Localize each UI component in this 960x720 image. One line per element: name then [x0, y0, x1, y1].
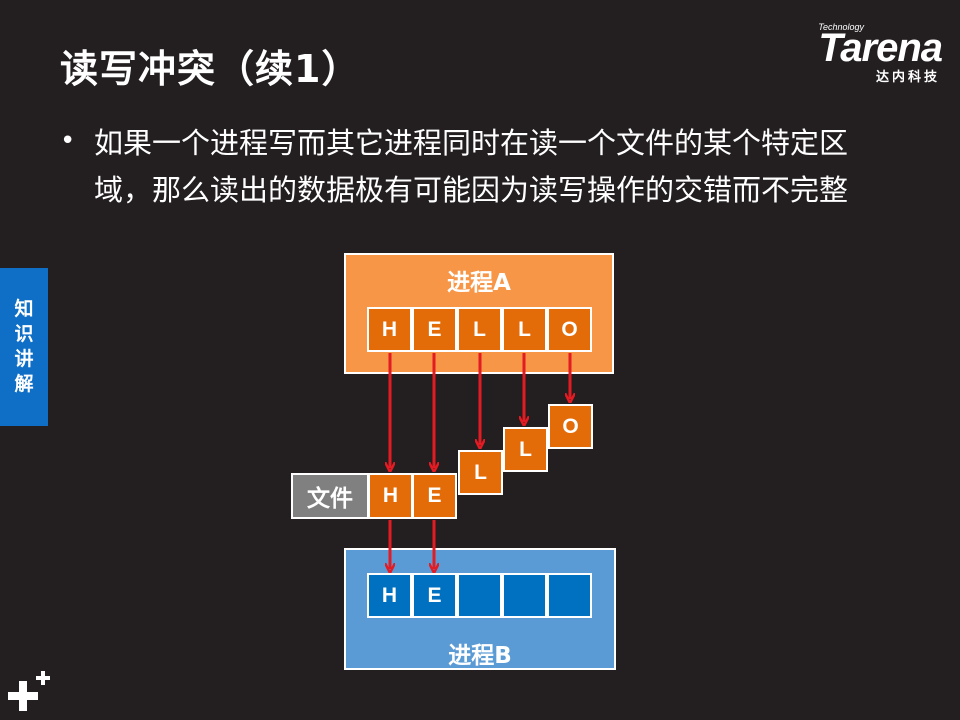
process-b-cell: [547, 573, 592, 618]
process-b-cell: E: [412, 573, 457, 618]
in-flight-cell: L: [458, 450, 503, 495]
bullet-text: 如果一个进程写而其它进程同时在读一个文件的某个特定区域，那么读出的数据极有可能因…: [94, 126, 849, 207]
plus-logo-icon: [8, 671, 50, 711]
side-tab-char: 讲: [14, 348, 34, 370]
process-b-label: 进程B: [448, 643, 512, 669]
process-a-cell: L: [502, 307, 547, 352]
file-cell: E: [412, 473, 457, 519]
process-b-cell: [457, 573, 502, 618]
process-a-cell: E: [412, 307, 457, 352]
side-tab-char: 解: [14, 373, 34, 395]
side-tab-char: 知: [14, 298, 34, 320]
process-a-cell: O: [547, 307, 592, 352]
logo-cn: 达内科技: [875, 70, 940, 85]
process-a-label: 进程A: [447, 270, 511, 296]
side-tab-char: 识: [14, 323, 34, 345]
process-a-cell: H: [367, 307, 412, 352]
in-flight-cell: O: [548, 404, 593, 449]
side-tab: 知 识 讲 解: [0, 268, 48, 426]
process-b-cell: H: [367, 573, 412, 618]
tarena-logo: Technology Tarena 达内科技: [772, 22, 943, 85]
file-label: 文件: [291, 473, 369, 519]
logo-word: Tarena: [818, 26, 943, 70]
in-flight-cell: L: [503, 427, 548, 472]
process-b-cell: [502, 573, 547, 618]
bullet-icon: •: [60, 126, 76, 156]
slide-title: 读写冲突（续1）: [60, 47, 361, 91]
process-a-cell: L: [457, 307, 502, 352]
file-cell: H: [368, 473, 413, 519]
